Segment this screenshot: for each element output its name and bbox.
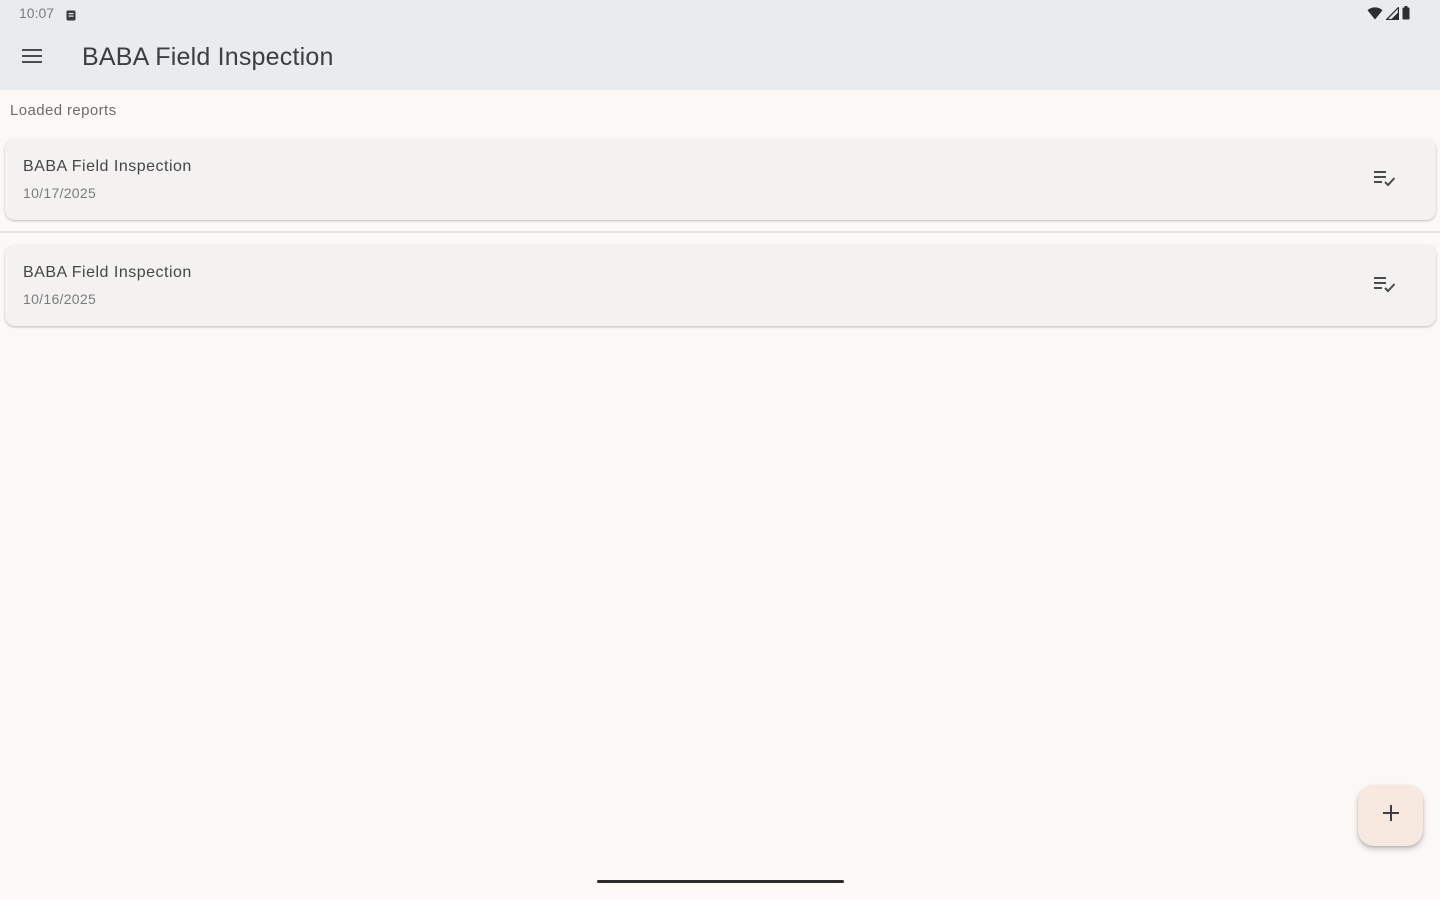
checklist-icon xyxy=(1374,169,1396,192)
report-action-button[interactable] xyxy=(1372,273,1398,299)
gesture-nav-handle[interactable] xyxy=(597,880,844,883)
app-title: BABA Field Inspection xyxy=(82,43,334,71)
battery-icon xyxy=(1402,6,1410,25)
menu-icon xyxy=(22,48,42,68)
report-action-button[interactable] xyxy=(1372,167,1398,193)
checklist-icon xyxy=(1374,275,1396,298)
report-date: 10/16/2025 xyxy=(23,291,97,307)
status-icons xyxy=(1367,5,1410,25)
section-label: Loaded reports xyxy=(10,102,117,119)
top-bar-area: 10:07 BABA Field Inspection xyxy=(0,0,1440,90)
menu-button[interactable] xyxy=(14,40,50,76)
report-title: BABA Field Inspection xyxy=(23,158,192,175)
report-card[interactable]: BABA Field Inspection 10/17/2025 xyxy=(5,139,1436,220)
report-date: 10/17/2025 xyxy=(23,185,97,201)
add-report-button[interactable] xyxy=(1358,785,1423,846)
report-title: BABA Field Inspection xyxy=(23,264,192,281)
status-bar: 10:07 xyxy=(0,0,1440,28)
status-time: 10:07 xyxy=(19,5,55,21)
app-screen: 10:07 BABA Field Inspection Loaded repor… xyxy=(0,0,1440,900)
report-card[interactable]: BABA Field Inspection 10/16/2025 xyxy=(5,245,1436,326)
list-divider xyxy=(0,231,1440,233)
notification-icon xyxy=(66,8,76,21)
signal-icon xyxy=(1384,5,1400,25)
add-icon xyxy=(1382,804,1400,827)
app-bar: BABA Field Inspection xyxy=(0,28,1440,90)
report-list: BABA Field Inspection 10/17/2025 BABA Fi… xyxy=(0,139,1440,326)
wifi-icon xyxy=(1367,6,1383,25)
